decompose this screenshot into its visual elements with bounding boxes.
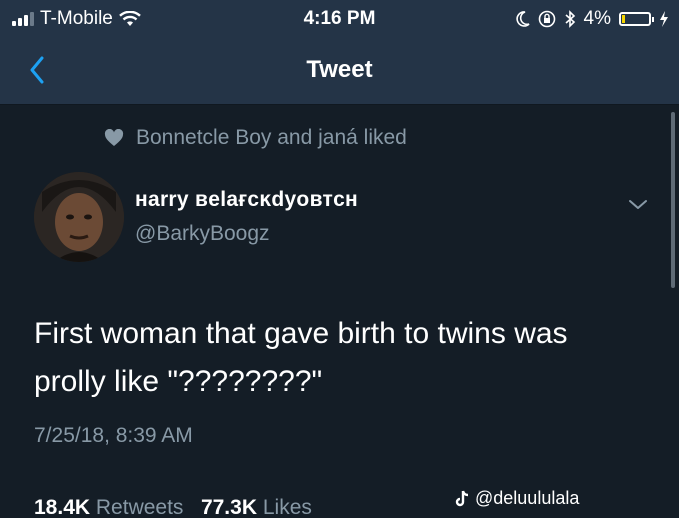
avatar[interactable]	[34, 172, 124, 262]
watermark: @deluululala	[455, 488, 579, 509]
tweet-stats: 18.4K Retweets 77.3K Likes	[34, 496, 312, 518]
retweets-stat[interactable]: 18.4K Retweets	[34, 496, 183, 518]
status-right: 4%	[515, 8, 669, 30]
charging-icon	[660, 11, 668, 27]
status-bar: T-Mobile 4:16 PM 4%	[0, 0, 679, 36]
avatar-image	[34, 172, 124, 262]
moon-icon	[515, 11, 530, 27]
page-title: Tweet	[306, 56, 373, 83]
tiktok-icon	[455, 490, 469, 506]
tweet-menu-button[interactable]	[624, 193, 652, 215]
nav-bar: Tweet	[0, 36, 679, 105]
tweet-text: First woman that gave birth to twins was…	[34, 310, 654, 406]
social-context[interactable]: Bonnetcle Boy and janá liked	[104, 126, 407, 150]
likes-count: 77.3K	[200, 496, 257, 518]
battery-percent: 4%	[583, 8, 611, 29]
scrollbar[interactable]	[671, 112, 675, 288]
likes-label: Likes	[262, 496, 312, 518]
likes-stat[interactable]: 77.3K Likes	[201, 496, 312, 518]
bluetooth-icon	[565, 10, 575, 28]
retweets-count: 18.4K	[34, 496, 91, 518]
display-name[interactable]: нarry вelaғcĸdyoвтcн	[135, 188, 358, 212]
social-context-label: Bonnetcle Boy and janá liked	[136, 126, 407, 149]
tweet-text-line-1: First woman that gave birth to twins was	[34, 317, 568, 350]
chevron-down-icon	[629, 200, 647, 209]
retweets-label: Retweets	[95, 496, 184, 518]
watermark-handle: @deluululala	[475, 488, 580, 508]
orientation-lock-icon	[538, 10, 555, 28]
tweet-text-line-2: prolly like "????????"	[34, 365, 323, 398]
battery-icon	[619, 12, 654, 26]
heart-icon	[104, 129, 124, 146]
tweet-screen: T-Mobile 4:16 PM 4% Tweet Bonnetcle Boy …	[0, 0, 679, 518]
tweet-timestamp: 7/25/18, 8:39 AM	[34, 424, 193, 447]
username[interactable]: @BarkyBoogz	[135, 222, 270, 246]
